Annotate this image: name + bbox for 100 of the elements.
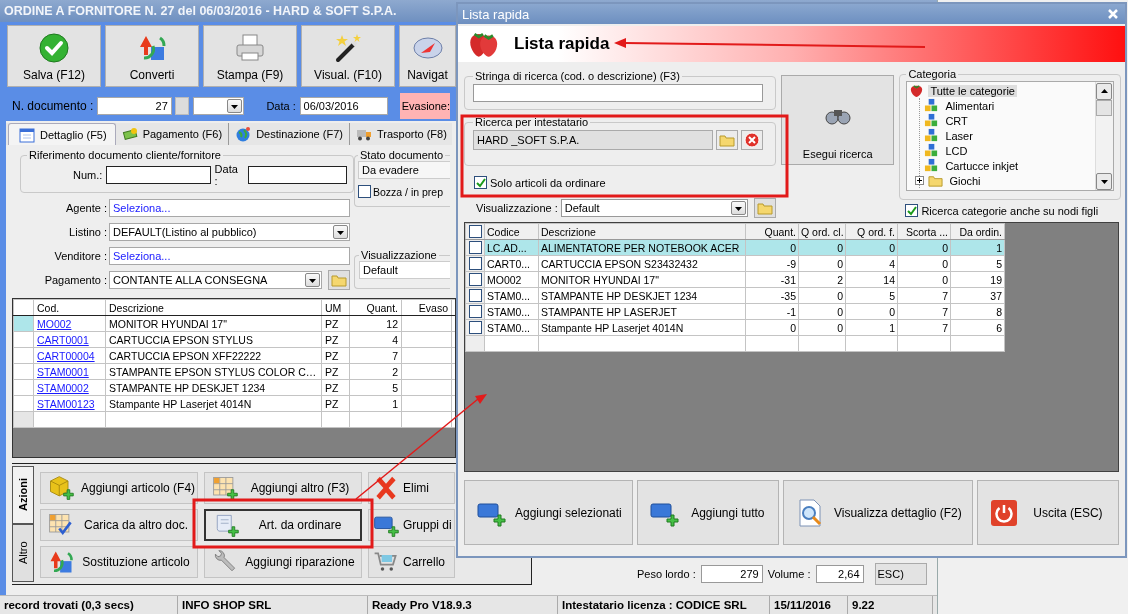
column-header[interactable]: Cod. bbox=[33, 299, 106, 316]
action-button[interactable]: Gruppi di bbox=[368, 509, 455, 541]
table-cell: 5 bbox=[349, 379, 402, 396]
tree-item[interactable]: Giochi bbox=[947, 174, 983, 187]
table-cell: STAM0... bbox=[484, 319, 539, 336]
tree-item[interactable]: LCD bbox=[943, 144, 970, 157]
close-button[interactable] bbox=[1107, 8, 1119, 20]
tree-item[interactable]: Tutte le categorie bbox=[928, 84, 1017, 97]
table-row[interactable]: LC.AD... ALIMENTATORE PER NOTEBOOK ACER 0 0 0 0 1 bbox=[465, 239, 1005, 256]
table-cell: 4 bbox=[845, 255, 898, 272]
dialog-button[interactable]: Uscita (ESC) bbox=[976, 480, 1119, 545]
action-button[interactable]: Sostituzione articolo bbox=[40, 546, 198, 578]
table-row[interactable]: STAM0... Stampante HP Laserjet 4014N 0 0 1 7 6 bbox=[465, 319, 1005, 336]
column-header[interactable]: Q ord. f. bbox=[845, 223, 898, 240]
side-tab[interactable]: Altro bbox=[12, 524, 34, 582]
checkbox[interactable] bbox=[469, 305, 482, 318]
input-field[interactable] bbox=[247, 165, 347, 184]
table-cell: PZ bbox=[321, 379, 350, 396]
column-header[interactable]: Codice bbox=[484, 223, 539, 240]
spin-button[interactable] bbox=[174, 97, 189, 115]
action-button[interactable]: Aggiungi altro (F3) bbox=[204, 472, 362, 504]
clear-button[interactable] bbox=[741, 130, 763, 150]
column-header[interactable]: Evaso bbox=[401, 299, 452, 316]
field-label: Evasione: bbox=[399, 93, 450, 119]
dialog-button[interactable]: Aggiungi selezionati bbox=[464, 480, 633, 545]
exit-button[interactable]: ESC) bbox=[874, 563, 927, 585]
search-button[interactable]: Esegui ricerca bbox=[781, 75, 895, 165]
input-field[interactable] bbox=[106, 165, 211, 184]
toolbar-button[interactable]: Converti bbox=[105, 25, 199, 87]
table-row[interactable]: CART0... CARTUCCIA EPSON S23432432 -9 0 4 0 5 bbox=[465, 255, 1005, 272]
table-cell: PZ bbox=[321, 395, 350, 412]
owner-field[interactable]: HARD _SOFT S.P.A. bbox=[473, 130, 713, 150]
action-button[interactable]: Carrello bbox=[368, 546, 455, 578]
toolbar-button[interactable]: Navigat bbox=[399, 25, 456, 87]
scroll-up-icon bbox=[1099, 87, 1109, 96]
toolbar-button[interactable]: Visual. (F10) bbox=[301, 25, 395, 87]
status-text: record trovati (0,3 secs) bbox=[0, 596, 178, 614]
column-header[interactable]: Descrizione bbox=[538, 223, 746, 240]
tree-item[interactable]: Laser bbox=[943, 129, 975, 142]
checkbox[interactable] bbox=[469, 321, 482, 334]
tree-item[interactable]: Alimentari bbox=[943, 99, 997, 112]
dialog-button[interactable]: Visualizza dettaglio (F2) bbox=[782, 480, 973, 545]
table-cell: 7 bbox=[897, 287, 951, 304]
table-cell: MONITOR HYUNDAI 17" bbox=[105, 315, 322, 332]
number-field[interactable]: 27 bbox=[97, 97, 172, 115]
column-header[interactable]: Quant. bbox=[349, 299, 402, 316]
field-label: Visualizzazione : bbox=[476, 202, 558, 214]
action-button[interactable]: Elimi bbox=[368, 472, 455, 504]
checkbox[interactable] bbox=[469, 273, 482, 286]
action-button[interactable]: Aggiungi articolo (F4) bbox=[40, 472, 198, 504]
series-dropdown[interactable] bbox=[192, 97, 245, 115]
scrollbar[interactable] bbox=[1095, 82, 1113, 190]
checkbox[interactable] bbox=[469, 241, 482, 254]
scroll-thumb[interactable] bbox=[1096, 100, 1112, 116]
calendar-icon bbox=[19, 126, 35, 143]
dropdown[interactable]: DEFAULT(Listino al pubblico) bbox=[109, 223, 350, 241]
side-tab[interactable]: Azioni bbox=[12, 466, 34, 524]
checkbox[interactable] bbox=[469, 257, 482, 270]
checkbox[interactable] bbox=[469, 289, 482, 302]
view-field[interactable]: Default bbox=[359, 261, 450, 279]
table-cell: 0 bbox=[845, 303, 898, 320]
folder-icon bbox=[757, 200, 774, 216]
table-row[interactable]: STAM0... STAMPANTE HP LASERJET -1 0 0 7 8 bbox=[465, 303, 1005, 320]
column-header[interactable]: Da ordin. bbox=[950, 223, 1005, 240]
toolbar-button[interactable]: Salva (F12) bbox=[7, 25, 101, 87]
select-field[interactable]: Seleziona... bbox=[109, 247, 350, 265]
cube-plus-icon bbox=[47, 474, 75, 502]
toolbar-button[interactable]: Stampa (F9) bbox=[203, 25, 297, 87]
action-button[interactable]: Art. da ordinare bbox=[204, 509, 362, 541]
tree-item[interactable]: Cartucce inkjet bbox=[943, 159, 1021, 172]
action-button[interactable]: Carica da altro doc. bbox=[40, 509, 198, 541]
globe-icon bbox=[235, 126, 252, 142]
blocks-icon bbox=[924, 113, 940, 128]
select-field[interactable]: Seleziona... bbox=[109, 199, 350, 217]
search-field[interactable] bbox=[473, 84, 763, 102]
table-cell: -9 bbox=[745, 255, 799, 272]
weight-field[interactable]: 279 bbox=[700, 565, 763, 583]
dialog-button[interactable]: Aggiungi tutto bbox=[636, 480, 779, 545]
column-header[interactable]: Descrizione bbox=[105, 299, 322, 316]
checkbox[interactable] bbox=[358, 185, 371, 198]
table-row[interactable]: MO002 MONITOR HYUNDAI 17" -31 2 14 0 19 bbox=[465, 271, 1005, 288]
dropdown[interactable]: CONTANTE ALLA CONSEGNA bbox=[109, 271, 322, 289]
column-header[interactable]: Quant. bbox=[745, 223, 799, 240]
table-row[interactable]: STAM0... STAMPANTE HP DESKJET 1234 -35 0 5 7 37 bbox=[465, 287, 1005, 304]
column-header[interactable]: Scorta ... bbox=[897, 223, 951, 240]
tree-item[interactable]: CRT bbox=[943, 114, 970, 127]
checkbox[interactable] bbox=[905, 204, 919, 217]
volume-field[interactable]: 2,64 bbox=[815, 565, 864, 583]
date-field[interactable]: 06/03/2016 bbox=[299, 97, 388, 115]
checkbox[interactable] bbox=[474, 176, 487, 189]
column-header[interactable]: UM bbox=[321, 299, 350, 316]
checkmark-icon bbox=[38, 32, 70, 64]
table-cell: PZ bbox=[321, 347, 350, 364]
column-header[interactable]: Q ord. cl. bbox=[798, 223, 846, 240]
field-label: N. documento : bbox=[12, 99, 94, 113]
dropdown[interactable]: Default bbox=[560, 199, 749, 217]
status-text: 9.22 bbox=[848, 596, 933, 614]
table-cell: PZ bbox=[321, 363, 350, 380]
tab[interactable]: Dettaglio (F5) bbox=[8, 123, 116, 145]
checkbox[interactable] bbox=[469, 225, 482, 238]
